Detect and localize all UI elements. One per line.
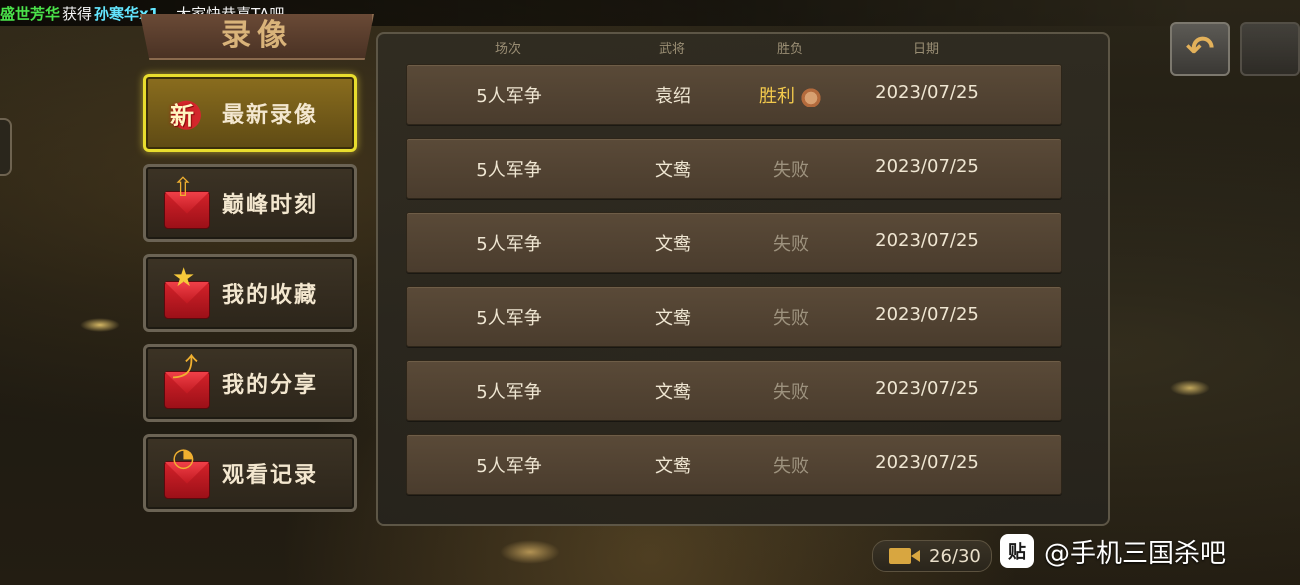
marquee-player-name: 盛世芳华 (0, 4, 61, 23)
table-row[interactable]: 5人军争 文鸯 失败 2023/07/25 (406, 360, 1062, 421)
column-header-result: 胜负 (776, 42, 804, 57)
back-button[interactable]: ↶ (1170, 22, 1230, 76)
new-badge-icon: 新 (158, 85, 214, 141)
cell-date: 2023/07/25 (875, 156, 979, 177)
cell-result: 失败 (773, 308, 809, 329)
back-arrow-icon: ↶ (1185, 29, 1215, 69)
video-camera-icon (889, 548, 920, 564)
table-row[interactable]: 5人军争 袁绍 胜利 2023/07/25 (406, 64, 1062, 125)
table-row[interactable]: 5人军争 文鸯 失败 2023/07/25 (406, 212, 1062, 273)
share-envelope-icon: ⤴ (158, 355, 214, 411)
table-row[interactable]: 5人军争 文鸯 失败 2023/07/25 (406, 138, 1062, 199)
cell-general: 袁绍 (655, 86, 691, 107)
table-row[interactable]: 5人军争 文鸯 失败 2023/07/25 (406, 286, 1062, 347)
replay-count-indicator: 26/30 (872, 540, 992, 572)
menu-item-label: 巅峰时刻 (222, 192, 319, 218)
column-header-mode: 场次 (494, 42, 522, 57)
cell-general: 文鸯 (655, 382, 691, 403)
new-badge: 新 (160, 91, 204, 135)
column-header-general: 武将 (658, 42, 686, 57)
menu-item-label: 最新录像 (222, 102, 319, 128)
cell-date: 2023/07/25 (875, 82, 979, 103)
replay-table: 5人军争 袁绍 胜利 2023/07/25 5人军争 文鸯 失败 2023/07… (406, 64, 1062, 508)
cell-general: 文鸯 (655, 160, 691, 181)
menu-item-label: 我的收藏 (222, 282, 319, 308)
page-title: 录像 (221, 18, 293, 53)
tieba-logo-icon: 贴 (1000, 534, 1034, 568)
victory-medal-icon (799, 87, 823, 107)
cell-mode: 5人军争 (476, 160, 542, 181)
replay-count: 26/30 (929, 545, 981, 567)
cell-date: 2023/07/25 (875, 230, 979, 251)
watermark-text: @手机三国杀吧 (1044, 538, 1227, 569)
side-drawer-handle[interactable] (0, 118, 12, 176)
column-header-date: 日期 (912, 42, 940, 57)
cell-general: 文鸯 (655, 456, 691, 477)
menu-item-latest-replays[interactable]: 新 最新录像 (143, 74, 357, 152)
sparkle-decoration (80, 318, 120, 332)
result-text: 胜利 (759, 86, 795, 107)
cell-general: 文鸯 (655, 234, 691, 255)
replay-category-menu: 新 最新录像 ⇧ 巅峰时刻 ★ 我的收藏 ⤴ 我的分享 ◔ 观看记录 (143, 74, 357, 524)
cell-date: 2023/07/25 (875, 452, 979, 473)
cell-result: 胜利 (759, 82, 823, 108)
cell-general: 文鸯 (655, 308, 691, 329)
menu-item-peak-moments[interactable]: ⇧ 巅峰时刻 (143, 164, 357, 242)
table-row[interactable]: 5人军争 文鸯 失败 2023/07/25 (406, 434, 1062, 495)
cell-mode: 5人军争 (476, 456, 542, 477)
menu-item-label: 我的分享 (222, 372, 319, 398)
watermark: 贴 @手机三国杀吧 (1000, 531, 1226, 571)
cell-result: 失败 (773, 456, 809, 477)
menu-item-my-shares[interactable]: ⤴ 我的分享 (143, 344, 357, 422)
cell-mode: 5人军争 (476, 234, 542, 255)
page-title-plate: 录像 (140, 14, 374, 60)
menu-item-watch-history[interactable]: ◔ 观看记录 (143, 434, 357, 512)
cell-result: 失败 (773, 382, 809, 403)
cell-result: 失败 (773, 234, 809, 255)
cell-date: 2023/07/25 (875, 304, 979, 325)
peak-arrow-envelope-icon: ⇧ (158, 175, 214, 231)
cell-date: 2023/07/25 (875, 378, 979, 399)
cell-mode: 5人军争 (476, 308, 542, 329)
menu-item-my-favorites[interactable]: ★ 我的收藏 (143, 254, 357, 332)
menu-item-label: 观看记录 (222, 462, 319, 488)
clock-envelope-icon: ◔ (158, 445, 214, 501)
cell-result: 失败 (773, 160, 809, 181)
corner-decoration (1240, 22, 1300, 76)
cell-mode: 5人军争 (476, 86, 542, 107)
sparkle-decoration (500, 540, 560, 564)
marquee-text: 获得 (62, 4, 93, 23)
sparkle-decoration (1170, 380, 1210, 396)
table-header: 场次 武将 胜负 日期 (406, 36, 1062, 57)
star-envelope-icon: ★ (158, 265, 214, 321)
cell-mode: 5人军争 (476, 382, 542, 403)
